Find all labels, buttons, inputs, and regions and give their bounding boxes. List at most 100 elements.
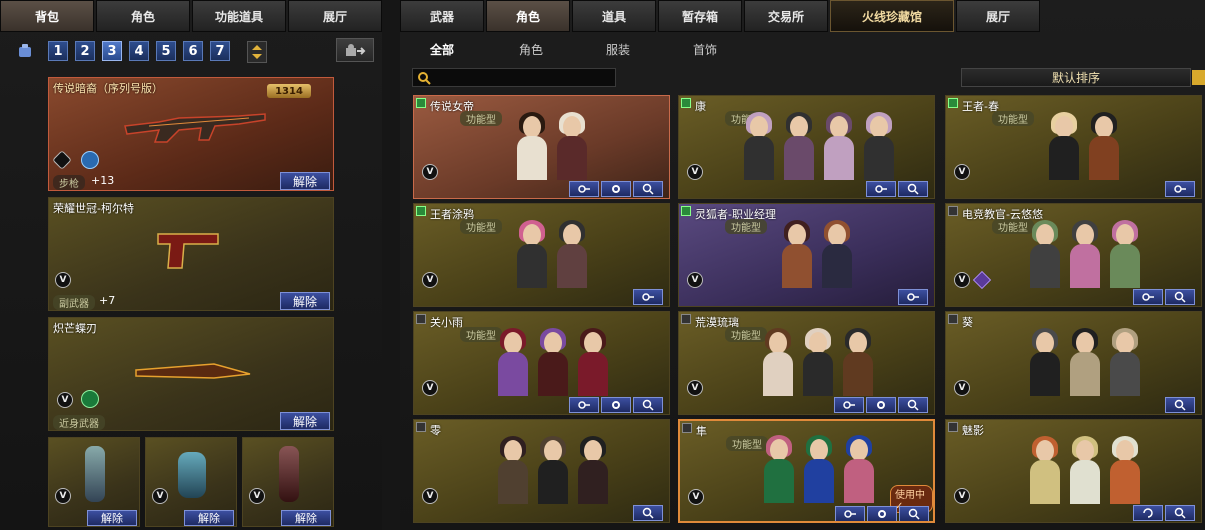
settings-icon[interactable] [866, 397, 896, 413]
unequip-button[interactable]: 解除 [280, 292, 330, 310]
serial-badge: 1314 [267, 84, 311, 98]
filter-outfit[interactable]: 服装 [606, 41, 630, 58]
function-tag: 功能型 [460, 111, 502, 126]
character-name: 隼 [696, 425, 707, 438]
character-portrait [555, 220, 589, 288]
character-portrait [1108, 328, 1142, 396]
item-card-knife[interactable]: 炽芒蝶刃 V 近身武器 解除 [48, 317, 334, 431]
settings-icon[interactable] [601, 181, 631, 197]
page-6[interactable]: 6 [183, 41, 203, 61]
search-icon[interactable] [1165, 505, 1195, 521]
gear-icon[interactable] [569, 181, 599, 197]
inventory-panel: 背包 角色 功能道具 展厅 1 2 3 4 5 6 7 传说暗裔（序列号版） 1… [0, 0, 382, 530]
character-card[interactable]: 零V [413, 419, 670, 523]
tab-showroom[interactable]: 展厅 [956, 0, 1040, 32]
gear-icon[interactable] [1165, 181, 1195, 197]
tab-items[interactable]: 道具 [572, 0, 656, 32]
character-card[interactable]: 灵狐者-职业经理 功能型 V [678, 203, 935, 307]
search-icon[interactable] [898, 397, 928, 413]
settings-icon[interactable] [867, 506, 897, 521]
item-bonus: +13 [91, 174, 115, 187]
gear-icon[interactable] [866, 181, 896, 197]
gear-icon[interactable] [569, 397, 599, 413]
grenade-image [279, 446, 299, 502]
unequip-button[interactable]: 解除 [280, 412, 330, 430]
page-2[interactable]: 2 [75, 41, 95, 61]
tab-storage[interactable]: 暂存箱 [658, 0, 742, 32]
tab-exchange[interactable]: 交易所 [744, 0, 828, 32]
tab-characters[interactable]: 角色 [486, 0, 570, 32]
tab-collection-hall[interactable]: 火线珍藏馆 [830, 0, 954, 32]
character-card[interactable]: 传说女帝 功能型 V [413, 95, 670, 199]
grenade-slot-2[interactable]: V 解除 [145, 437, 237, 527]
character-card[interactable]: 魅影 V [945, 419, 1202, 523]
favorite-icon [681, 206, 691, 216]
search-icon[interactable] [1165, 397, 1195, 413]
gear-icon[interactable] [834, 397, 864, 413]
filter-all[interactable]: 全部 [430, 41, 454, 58]
gear-icon[interactable] [633, 289, 663, 305]
search-icon[interactable] [1165, 289, 1195, 305]
gear-icon[interactable] [898, 289, 928, 305]
character-card[interactable]: 隼功能型V使用中✓ [678, 419, 935, 523]
tab-function-items[interactable]: 功能道具 [192, 0, 286, 32]
page-selector: 1 2 3 4 5 6 7 [48, 41, 230, 61]
vip-icon: V [57, 392, 73, 408]
page-stepper-icon[interactable] [247, 41, 267, 63]
filter-character[interactable]: 角色 [519, 41, 543, 58]
tab-showroom[interactable]: 展厅 [288, 0, 382, 32]
menu-icon[interactable] [1192, 70, 1205, 85]
grenade-image [178, 452, 206, 498]
vip-icon: V [954, 380, 970, 396]
character-card[interactable]: 王者涂鸦 功能型 V [413, 203, 670, 307]
search-icon[interactable] [633, 181, 663, 197]
unequip-button[interactable]: 解除 [87, 510, 137, 526]
page-4[interactable]: 4 [129, 41, 149, 61]
gear-icon[interactable] [835, 506, 865, 521]
search-icon[interactable] [633, 397, 663, 413]
rank-icon [52, 150, 72, 170]
character-portrait [761, 328, 795, 396]
gear-icon[interactable] [1133, 289, 1163, 305]
character-portrait [1068, 220, 1102, 288]
unequip-button[interactable]: 解除 [280, 172, 330, 190]
tab-character[interactable]: 角色 [96, 0, 190, 32]
character-name: 康 [695, 100, 706, 113]
share-icon[interactable] [336, 38, 374, 62]
unequip-button[interactable]: 解除 [281, 510, 331, 526]
backpack-icon[interactable] [16, 42, 34, 58]
tab-backpack[interactable]: 背包 [0, 0, 94, 32]
grenade-slot-3[interactable]: V 解除 [242, 437, 334, 527]
page-5[interactable]: 5 [156, 41, 176, 61]
search-icon[interactable] [898, 181, 928, 197]
item-card-pistol[interactable]: 荣耀世冠-柯尔特 V 副武器 +7 解除 [48, 197, 334, 311]
item-card-rifle[interactable]: 传说暗裔（序列号版） 1314 步枪 +13 解除 [48, 77, 334, 191]
refresh-icon[interactable] [1133, 505, 1163, 521]
character-card[interactable]: 电竞教官-云悠悠 功能型 V [945, 203, 1202, 307]
character-card[interactable]: 王者-春 功能型 V [945, 95, 1202, 199]
sort-dropdown[interactable]: 默认排序 [961, 68, 1191, 87]
unequip-button[interactable]: 解除 [184, 510, 234, 526]
favorite-icon [681, 98, 691, 108]
warehouse-panel: 武器 角色 道具 暂存箱 交易所 火线珍藏馆 展厅 全部 角色 服装 首饰 默认… [400, 0, 1205, 530]
character-card[interactable]: 关小雨 功能型 V [413, 311, 670, 415]
tab-weapons[interactable]: 武器 [400, 0, 484, 32]
character-card[interactable]: 葵V [945, 311, 1202, 415]
filter-accessory[interactable]: 首饰 [693, 41, 717, 58]
character-portrait [555, 112, 589, 180]
page-1[interactable]: 1 [48, 41, 68, 61]
scope-icon [81, 151, 99, 169]
settings-icon[interactable] [601, 397, 631, 413]
page-3[interactable]: 3 [102, 41, 122, 61]
function-tag: 功能型 [992, 111, 1034, 126]
grenade-slot-1[interactable]: V 解除 [48, 437, 140, 527]
search-input[interactable] [412, 68, 616, 87]
character-card[interactable]: 荒漠琉璃 功能型 V [678, 311, 935, 415]
vip-icon: V [688, 489, 704, 505]
search-icon[interactable] [633, 505, 663, 521]
item-name: 传说暗裔（序列号版） [53, 82, 163, 95]
favorite-icon [416, 206, 426, 216]
character-card[interactable]: 康功能型V [678, 95, 935, 199]
page-7[interactable]: 7 [210, 41, 230, 61]
search-icon[interactable] [899, 506, 929, 521]
